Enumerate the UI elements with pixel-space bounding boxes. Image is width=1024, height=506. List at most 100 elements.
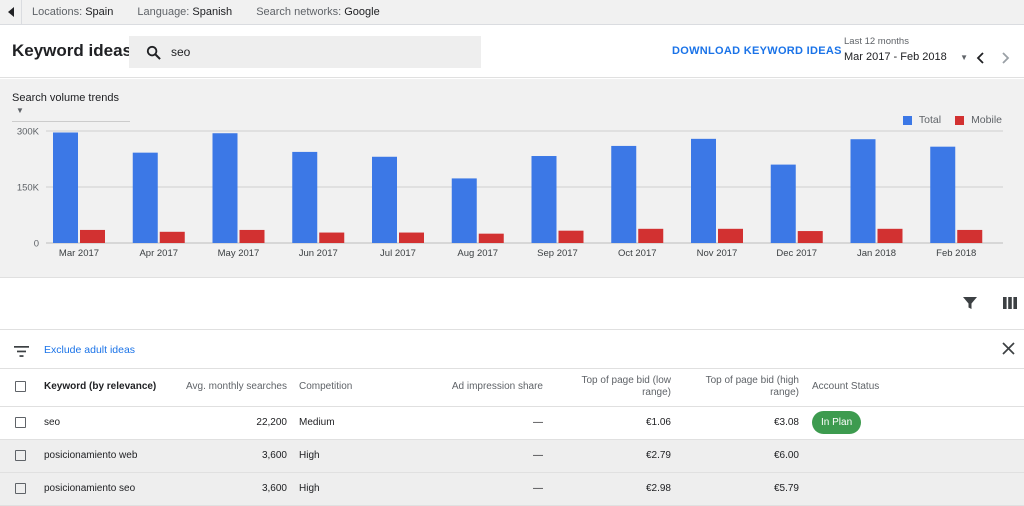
chart-legend: Total Mobile [889,114,1002,126]
locations-filter[interactable]: Locations: Spain [22,6,113,18]
chevron-right-icon [1002,52,1010,64]
x-tick-label: Jun 2017 [299,248,338,259]
bid-high-cell: €5.79 [671,472,799,506]
locations-value: Spain [85,6,114,18]
bar-total [850,139,876,243]
column-header-bid-low[interactable]: Top of page bid (low range) [543,369,671,407]
filter-bar: Locations: Spain Language: Spanish Searc… [0,0,1024,25]
bid-low-cell: €2.79 [543,439,671,473]
trend-selector-label: Search volume trends [12,92,119,104]
x-tick-label: Dec 2017 [776,248,817,259]
networks-filter[interactable]: Search networks: Google [256,6,380,18]
download-keyword-ideas-button[interactable]: DOWNLOAD KEYWORD IDEAS [672,45,842,57]
bid-high-cell: €3.08 [671,406,799,440]
exclude-adult-ideas-filter[interactable]: Exclude adult ideas [44,344,135,356]
triangle-down-icon: ▼ [960,53,968,62]
bid-low-header-line2: range) [642,387,671,399]
bar-mobile [159,231,185,243]
bid-low-header-line1: Top of page bid (low [581,375,671,387]
bar-mobile [319,232,345,243]
avg-searches-cell: 22,200 [184,406,287,440]
columns-icon [1003,297,1017,309]
y-tick-label: 300K [17,127,40,138]
avg-searches-cell: 3,600 [184,472,287,506]
bar-total [132,152,158,243]
bar-total [53,132,78,243]
x-tick-label: Sep 2017 [537,248,578,259]
table-row[interactable]: seo 22,200 Medium — €1.06 €3.08 In Plan [0,406,1024,440]
language-label: Language: [137,6,190,18]
table-row[interactable]: posicionamiento seo 3,600 High — €2.98 €5.79 [0,472,1024,506]
bar-total [451,178,477,243]
search-icon [146,45,161,60]
in-plan-badge[interactable]: In Plan [812,411,862,434]
x-tick-label: Jul 2017 [380,248,416,259]
keyword-cell: posicionamiento seo [44,472,184,506]
legend-item-total: Total [902,114,941,126]
bar-total [292,151,318,243]
bar-total [930,146,956,243]
row-checkbox[interactable] [15,482,26,494]
chevron-left-icon [976,52,984,64]
select-all-checkbox[interactable] [15,381,26,393]
bar-mobile [399,232,424,243]
search-volume-chart-panel: 0 150K 300K Mar 2017 Apr 2017 May 2017 Jun 201… [0,79,1024,278]
competition-cell: High [299,439,419,473]
x-tick-label: Feb 2018 [936,248,976,259]
page-title: Keyword ideas [12,41,132,60]
collapse-button[interactable] [0,0,22,25]
filter-button[interactable] [963,296,977,315]
ad-share-cell: — [419,439,543,473]
search-volume-bar-chart: 0 150K 300K Mar 2017 Apr 2017 May 2017 Jun 201… [17,127,1003,259]
close-icon [1002,342,1015,355]
previous-period-button[interactable] [976,51,985,67]
date-range-selector[interactable]: Last 12 months Mar 2017 - Feb 2018 ▼ [844,36,968,63]
bar-total [531,156,557,243]
keyword-search-box[interactable] [129,36,481,68]
language-filter[interactable]: Language: Spanish [137,6,232,18]
row-checkbox[interactable] [15,416,26,428]
status-cell: In Plan [799,406,1024,440]
column-header-bid-high[interactable]: Top of page bid (high range) [671,369,799,407]
ad-share-cell: — [419,472,543,506]
bid-low-cell: €1.06 [543,406,671,440]
bar-mobile [797,231,823,243]
column-header-avg-searches[interactable]: Avg. monthly searches [184,369,287,407]
keyword-ideas-table: Keyword (by relevance) Avg. monthly sear… [0,369,1024,506]
x-tick-label: Mar 2017 [59,248,99,259]
row-checkbox[interactable] [15,449,26,461]
keyword-search-input[interactable] [171,45,471,59]
bar-total [212,133,238,243]
add-filter-button[interactable] [14,344,29,362]
networks-label: Search networks: [256,6,342,18]
bar-total [691,138,716,243]
search-volume-trends-dropdown[interactable]: Search volume trends ▼ [12,92,130,122]
filter-row: Exclude adult ideas [0,330,1024,369]
status-cell [799,472,1024,506]
column-header-competition[interactable]: Competition [299,369,419,407]
column-header-ad-impression-share[interactable]: Ad impression share [419,369,543,407]
y-tick-label: 0 [34,239,39,250]
column-header-keyword[interactable]: Keyword (by relevance) [44,369,184,407]
bar-mobile [718,228,743,243]
clear-filters-button[interactable] [1002,342,1015,360]
bid-high-header-line1: Top of page bid (high [705,375,799,387]
keyword-cell: posicionamiento web [44,439,184,473]
table-toolbar [0,278,1024,330]
competition-cell: High [299,472,419,506]
column-header-account-status[interactable]: Account Status [799,369,1024,407]
locations-label: Locations: [32,6,83,18]
legend-swatch-total [902,115,912,125]
date-range-value: Mar 2017 - Feb 2018 [844,51,947,63]
date-range-caption: Last 12 months [844,36,909,47]
keyword-cell: seo [44,406,184,440]
legend-swatch-mobile [955,115,965,125]
funnel-icon [963,297,977,309]
next-period-button[interactable] [1001,51,1010,67]
x-tick-label: May 2017 [218,248,260,259]
ad-share-cell: — [419,406,543,440]
columns-button[interactable] [1003,296,1017,315]
bar-mobile [638,228,664,243]
bar-mobile [957,229,983,243]
table-row[interactable]: posicionamiento web 3,600 High — €2.79 €6.00 [0,439,1024,473]
